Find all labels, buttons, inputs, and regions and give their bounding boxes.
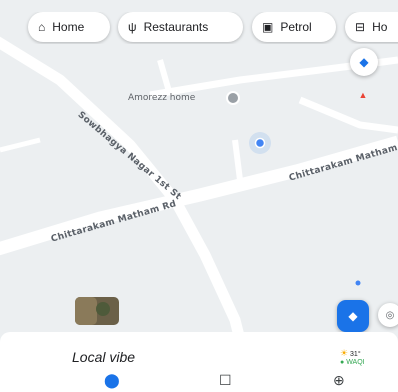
- location-button[interactable]: ◎: [378, 303, 398, 327]
- saved-tab-icon[interactable]: ☐: [219, 372, 232, 389]
- chip-label: Petrol: [280, 20, 312, 34]
- chip-hotels[interactable]: ⊟ Ho: [345, 12, 398, 42]
- cutlery-icon: ψ: [128, 20, 137, 34]
- weather-temp: 31°: [350, 351, 361, 358]
- chip-label: Home: [52, 20, 85, 34]
- contribute-tab-icon[interactable]: ⊕: [333, 372, 345, 389]
- current-location-dot: [254, 137, 266, 149]
- place-label: Amorezz home: [128, 93, 196, 103]
- hotel-icon: ⊟: [355, 20, 366, 34]
- crosshair-icon: ◎: [385, 309, 395, 321]
- chip-restaurants[interactable]: ψ Restaurants: [118, 12, 243, 42]
- chip-home[interactable]: ⌂ Home: [28, 12, 110, 42]
- directions-icon: ◆: [348, 309, 358, 323]
- weather-badge: ☀ 31° ● WAQI: [340, 348, 365, 366]
- layers-icon: ◆: [359, 55, 369, 69]
- chip-label: Restaurants: [143, 20, 209, 34]
- compass-button[interactable]: ▲: [351, 83, 375, 107]
- home-icon: ⌂: [38, 20, 46, 34]
- category-chips: ⌂ Home ψ Restaurants ▣ Petrol ⊟ Ho: [0, 12, 398, 44]
- layers-button[interactable]: ◆: [350, 48, 378, 76]
- fuel-icon: ▣: [262, 20, 274, 34]
- directions-button[interactable]: ◆: [337, 300, 369, 332]
- compass-icon: ▲: [358, 90, 368, 100]
- chip-petrol[interactable]: ▣ Petrol: [252, 12, 336, 42]
- weather-icon: ☀: [340, 348, 349, 358]
- explore-tab-icon[interactable]: ⬤: [104, 372, 120, 389]
- local-vibe-title: Local vibe: [72, 349, 136, 365]
- chip-label: Ho: [372, 20, 388, 34]
- weather-aqi: WAQI: [346, 359, 365, 366]
- aqi-dot-icon: ●: [340, 359, 345, 366]
- place-marker-icon[interactable]: [226, 91, 240, 105]
